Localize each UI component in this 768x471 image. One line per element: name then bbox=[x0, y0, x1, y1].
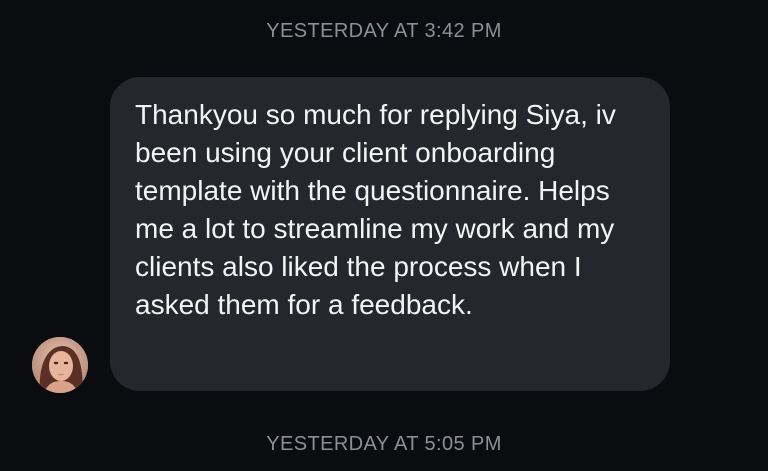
message-timestamp: YESTERDAY AT 5:05 PM bbox=[266, 433, 502, 455]
sender-avatar[interactable] bbox=[32, 337, 88, 393]
received-message-bubble[interactable]: Thankyou so much for replying Siya, iv b… bbox=[110, 77, 670, 391]
message-text: Thankyou so much for replying Siya, iv b… bbox=[135, 99, 616, 320]
profile-photo-avatar-icon bbox=[32, 337, 88, 393]
message-timestamp: YESTERDAY AT 3:42 PM bbox=[266, 20, 502, 42]
